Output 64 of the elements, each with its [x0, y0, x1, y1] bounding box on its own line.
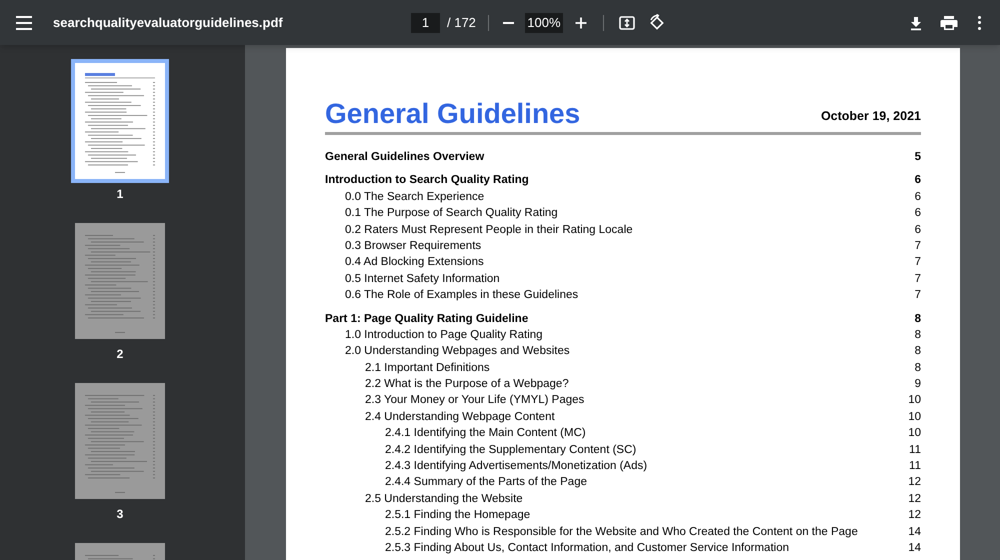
toc-page-number: 6: [914, 206, 921, 222]
toc-entry[interactable]: 0.3 Browser Requirements: [345, 238, 482, 254]
toc-entry[interactable]: 2.5.2 Finding Who is Responsible for the Website and Who Created the Content on the Page: [385, 524, 858, 540]
page-count: / 172: [447, 14, 476, 32]
toc-entry[interactable]: 2.5.1 Finding the Homepage: [385, 507, 530, 524]
toc-page-number: 10: [908, 393, 921, 408]
toc-page-number: 12: [908, 492, 921, 507]
toc-entry[interactable]: General Guidelines Overview: [325, 149, 484, 166]
toc-page-number: 11: [909, 442, 921, 458]
toc-entry[interactable]: Part 1: Page Quality Rating Guideline: [325, 310, 528, 327]
toc-page-number: 9: [914, 377, 921, 392]
toc-page-number: 7: [914, 288, 921, 304]
toc-page-number: 6: [914, 222, 921, 238]
toc-entry[interactable]: 0.6 The Role of Examples in these Guidelines: [345, 287, 578, 304]
toc-entry[interactable]: 2.4.3 Identifying Advertisements/Monetization (Ads): [385, 458, 648, 474]
toc-page-number: 7: [914, 255, 921, 270]
page-number-label: 3: [116, 506, 124, 523]
toc-page-number: 6: [914, 190, 921, 205]
toc-entry[interactable]: 0.5 Internet Safety Information: [345, 270, 500, 288]
toc-entry[interactable]: 2.4.2 Identifying the Supplementary Content (SC): [385, 442, 636, 458]
toc-page-number: 11: [909, 459, 921, 474]
toc-page-number: 7: [914, 272, 921, 287]
toc-page-number: 5: [914, 150, 921, 165]
toc-page-number: 14: [908, 524, 921, 540]
toc-page-number: 7: [914, 238, 921, 254]
document-date: October 19, 2021: [820, 108, 921, 126]
toc-page-number: 12: [908, 508, 921, 524]
toc-entry[interactable]: 1.0 Introduction to Page Quality Rating: [345, 326, 543, 344]
toc-entry[interactable]: 0.2 Raters Must Represent People in their Rating Locale: [345, 222, 633, 238]
page-number-field[interactable]: 1: [411, 12, 440, 32]
document-heading: General Guidelines: [325, 98, 580, 130]
toc-entry[interactable]: 2.1 Important Definitions: [365, 360, 490, 376]
toc-entry[interactable]: 2.0 Understanding Webpages and Websites: [345, 343, 570, 360]
page-thumbnail[interactable]: [71, 59, 169, 183]
toc-entry[interactable]: 2.4.4 Summary of the Parts of the Page: [385, 474, 587, 491]
toc-page-number: 12: [908, 475, 921, 490]
toc-page-number: 8: [914, 312, 921, 327]
print-icon[interactable]: [940, 14, 958, 30]
toc-page-number: 10: [908, 426, 921, 442]
zoom-field[interactable]: 100%: [524, 12, 563, 32]
page-number-label: 1: [116, 186, 124, 203]
page-number-label: 2: [116, 346, 124, 363]
toc-page-number: 14: [908, 540, 921, 556]
toc-entry[interactable]: 2.4 Understanding Webpage Content: [365, 408, 555, 426]
file-name: searchqualityevaluatorguidelines.pdf: [53, 14, 284, 32]
toc-entry[interactable]: 2.2 What is the Purpose of a Webpage?: [365, 376, 569, 392]
menu-icon[interactable]: [16, 16, 32, 30]
toc-entry[interactable]: 0.0 The Search Experience: [345, 188, 484, 206]
zoom-in-icon[interactable]: [572, 14, 589, 30]
toc-page-number: 6: [914, 173, 921, 188]
toc-entry[interactable]: 0.1 The Purpose of Search Quality Rating: [345, 205, 558, 222]
toc-entry[interactable]: 2.3 Your Money or Your Life (YMYL) Pages: [365, 392, 584, 409]
toc-page-number: 8: [914, 360, 921, 376]
toc-page-number: 8: [914, 344, 921, 360]
download-icon[interactable]: [908, 14, 924, 30]
rotate-icon[interactable]: [648, 14, 666, 32]
fit-page-icon[interactable]: [618, 14, 636, 32]
toc-page-number: 10: [908, 410, 921, 425]
toc-page-number: 8: [914, 328, 921, 343]
toc-entry[interactable]: 2.5.3 Finding About Us, Contact Information, and Customer Service Information: [385, 540, 789, 556]
toc-entry[interactable]: Introduction to Search Quality Rating: [325, 172, 529, 189]
toc-entry[interactable]: 0.4 Ad Blocking Extensions: [345, 254, 484, 271]
toc-entry[interactable]: 2.4.1 Identifying the Main Content (MC): [385, 425, 586, 442]
toc-entry[interactable]: 2.5 Understanding the Website: [365, 490, 523, 508]
